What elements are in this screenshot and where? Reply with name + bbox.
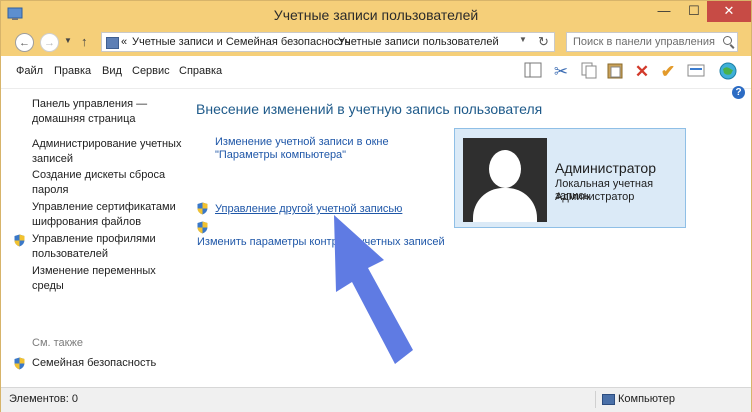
maximize-button[interactable]: ☐ (679, 1, 709, 22)
mail-icon[interactable] (685, 61, 707, 83)
address-row: ← → ▼ ↑ « Учетные записи и Семейная безо… (1, 29, 751, 56)
uac-settings-shield-icon (197, 221, 208, 234)
user-name: Администратор (555, 160, 657, 176)
manage-other-shield-icon (197, 202, 208, 215)
forward-button[interactable]: → (40, 33, 59, 52)
menu-edit[interactable]: Правка (54, 65, 91, 77)
item-count: Элементов: 0 (9, 393, 78, 405)
breadcrumb-separator-icon[interactable]: › (327, 35, 330, 46)
cut-icon[interactable]: ✂ (550, 61, 572, 83)
search-box[interactable]: Поиск в панели управления (566, 32, 738, 52)
address-dropdown-icon[interactable]: ▼ (519, 35, 527, 44)
checkmark-icon[interactable]: ✔ (657, 61, 679, 83)
crumb-overflow[interactable]: « (121, 36, 127, 48)
avatar (463, 138, 547, 222)
recent-pages-button[interactable]: ▼ (64, 36, 72, 45)
layout-icon[interactable] (522, 61, 544, 83)
see-also-label: См. также (32, 337, 83, 349)
uac-shield-icon (14, 234, 25, 247)
control-panel-crumb-icon (106, 37, 119, 49)
breadcrumb-user-accounts[interactable]: Учетные записи пользователей (338, 36, 499, 48)
help-icon[interactable]: ? (732, 86, 745, 99)
link-manage-other-account[interactable]: Управление другой учетной записью (215, 203, 402, 216)
family-safety-shield-icon (14, 357, 25, 370)
link-pc-settings[interactable]: Изменение учетной записи в окне "Парамет… (215, 136, 445, 162)
minimize-button[interactable]: — (649, 1, 679, 22)
link-uac-settings[interactable]: Изменить параметры контроля учетных запи… (197, 236, 445, 249)
menu-tools[interactable]: Сервис (132, 65, 170, 77)
menu-view[interactable]: Вид (102, 65, 122, 77)
copy-icon[interactable] (578, 61, 600, 83)
avatar-body-icon (473, 188, 537, 222)
close-button[interactable]: ✕ (707, 1, 751, 22)
globe-icon[interactable] (717, 61, 739, 83)
search-icon[interactable] (723, 36, 732, 45)
menu-file[interactable]: Файл (16, 65, 43, 77)
title-bar: Учетные записи пользователей — ☐ ✕ (1, 1, 751, 29)
sidebar-link-reset-disk[interactable]: Создание дискеты сброса пароля (32, 168, 182, 198)
refresh-icon[interactable]: ↻ (538, 34, 549, 50)
sidebar-link-certificates[interactable]: Управление сертификатами шифрования файл… (32, 200, 182, 230)
search-input[interactable]: Поиск в панели управления (573, 36, 715, 48)
user-account-card[interactable]: Администратор Локальная учетная запись А… (454, 128, 686, 228)
sidebar-link-home[interactable]: Панель управления — домашняя страница (32, 97, 182, 127)
menu-bar: Файл Правка Вид Сервис Справка ✂ ✕ ✔ (1, 56, 751, 89)
sidebar-link-manage-accounts[interactable]: Администрирование учетных записей (32, 137, 182, 167)
control-panel-window: Учетные записи пользователей — ☐ ✕ ← → ▼… (0, 0, 752, 412)
sidebar-link-family-safety[interactable]: Семейная безопасность (32, 356, 182, 371)
status-bar: Элементов: 0 Компьютер (1, 387, 751, 412)
sidebar-link-env-vars[interactable]: Изменение переменных среды (32, 264, 182, 294)
menu-help[interactable]: Справка (179, 65, 222, 77)
breadcrumb-user-accounts-family[interactable]: Учетные записи и Семейная безопасность (132, 36, 350, 48)
back-button[interactable]: ← (15, 33, 34, 52)
sidebar-link-profiles[interactable]: Управление профилями пользователей (32, 232, 182, 262)
user-role: Администратор (555, 191, 635, 203)
paste-icon[interactable] (604, 61, 626, 83)
delete-icon[interactable]: ✕ (631, 61, 653, 83)
address-bar[interactable]: « Учетные записи и Семейная безопасность… (101, 32, 555, 52)
avatar-head-icon (489, 150, 521, 188)
window-title: Учетные записи пользователей (273, 7, 479, 23)
zone-label: Компьютер (618, 393, 675, 405)
status-divider (595, 391, 596, 408)
page-title: Внесение изменений в учетную запись поль… (196, 101, 543, 117)
up-button[interactable]: ↑ (81, 34, 88, 49)
computer-icon (602, 394, 615, 405)
